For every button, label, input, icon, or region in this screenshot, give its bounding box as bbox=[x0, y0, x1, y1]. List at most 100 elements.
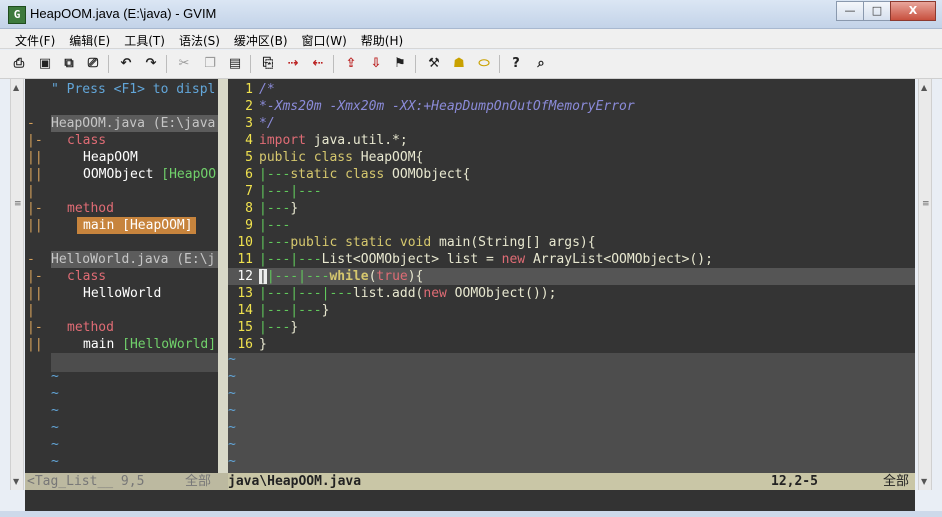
scroll-down-arrow-icon[interactable]: ▼ bbox=[921, 477, 927, 486]
run-script-icon[interactable]: ⚑ bbox=[391, 55, 409, 73]
code-line-1[interactable]: /* bbox=[259, 81, 275, 98]
taglist-file-header[interactable]: HeapOOM.java (E:\java bbox=[51, 115, 218, 132]
status-cursor-position: 12,2-5 bbox=[771, 474, 818, 489]
menu-syntax[interactable]: 语法(S) bbox=[172, 29, 227, 48]
fold-marker: |- bbox=[27, 320, 43, 335]
taglist-tag[interactable]: OOMObject [HeapOO bbox=[83, 166, 216, 183]
fold-marker: || bbox=[27, 150, 43, 165]
taglist-kind-class: class bbox=[67, 269, 107, 284]
menu-tools[interactable]: 工具(T) bbox=[117, 29, 172, 48]
toolbar: ⎙ ▣ ⧉ ⎚ ↶ ↷ ✂ ❐ ▤ ⎘ ⇢ ⇠ ⇪ ⇩ ⚑ ⚒ ☗ ⬭ ? ⌕ bbox=[0, 50, 942, 79]
code-line-2[interactable]: *-Xms20m -Xmx20m -XX:+HeapDumpOnOutOfMem… bbox=[259, 98, 635, 115]
code-line-14[interactable]: |---|---} bbox=[259, 302, 329, 319]
fold-marker: || bbox=[27, 337, 43, 352]
fold-marker: - bbox=[27, 116, 35, 131]
taglist-status[interactable]: <Tag_List__ 9,5 全部 bbox=[25, 473, 228, 490]
taglist-kind-method: method bbox=[67, 201, 114, 216]
make-icon[interactable]: ⚒ bbox=[425, 55, 443, 73]
line-number: 7 bbox=[245, 184, 253, 199]
code-line-10[interactable]: |---public static void main(String[] arg… bbox=[259, 234, 596, 251]
code-line-8[interactable]: |---} bbox=[259, 200, 298, 217]
scroll-down-arrow-icon[interactable]: ▼ bbox=[13, 477, 19, 486]
command-line[interactable] bbox=[25, 490, 915, 511]
print-icon[interactable]: ⎚ bbox=[84, 55, 102, 73]
taglist-tag[interactable]: HeapOOM bbox=[83, 149, 138, 166]
line-number: 4 bbox=[245, 133, 253, 148]
menu-edit[interactable]: 编辑(E) bbox=[62, 29, 117, 48]
empty-line-tilde: ~ bbox=[228, 454, 236, 469]
line-number: 5 bbox=[245, 150, 253, 165]
menu-help[interactable]: 帮助(H) bbox=[354, 29, 410, 48]
code-line-4[interactable]: import java.util.*; bbox=[259, 132, 408, 149]
toolbar-separator bbox=[415, 55, 416, 73]
line-number: 8 bbox=[245, 201, 253, 216]
taglist-kind-class: class bbox=[67, 133, 107, 148]
window-vertical-separator[interactable] bbox=[218, 79, 228, 473]
code-line-13[interactable]: |---|---|---list.add(new OOMObject()); bbox=[259, 285, 556, 302]
scroll-up-arrow-icon[interactable]: ▲ bbox=[13, 83, 19, 92]
tag-jump-icon[interactable]: ⬭ bbox=[475, 55, 493, 73]
code-line-3[interactable]: */ bbox=[259, 115, 275, 132]
scroll-grip-icon[interactable]: ≡ bbox=[922, 199, 930, 209]
empty-line-tilde: ~ bbox=[51, 437, 59, 452]
code-line-15[interactable]: |---} bbox=[259, 319, 298, 336]
status-scroll-all: 全部 bbox=[883, 474, 910, 489]
taglist-help-line: " Press <F1> to displ bbox=[51, 82, 216, 97]
toolbar-separator bbox=[108, 55, 109, 73]
scroll-grip-icon[interactable]: ≡ bbox=[14, 199, 22, 209]
undo-icon[interactable]: ↶ bbox=[117, 55, 135, 73]
line-number: 10 bbox=[237, 235, 253, 250]
fold-marker: || bbox=[27, 167, 43, 182]
save-icon[interactable]: ▣ bbox=[36, 55, 54, 73]
cut-icon[interactable]: ✂ bbox=[175, 55, 193, 73]
right-scrollbar[interactable]: ▲ ≡ ▼ bbox=[918, 79, 932, 490]
paste-icon[interactable]: ▤ bbox=[226, 55, 244, 73]
open-file-icon[interactable]: ⎙ bbox=[10, 55, 28, 73]
taglist-selected-tag[interactable]: main [HeapOOM] bbox=[77, 217, 196, 234]
gvim-app-icon[interactable]: G bbox=[8, 6, 26, 24]
find-help-icon[interactable]: ⌕ bbox=[532, 55, 550, 73]
load-session-icon[interactable]: ⇪ bbox=[342, 55, 360, 73]
taglist-file-header[interactable]: HelloWorld.java (E:\j bbox=[51, 251, 218, 268]
fold-marker: |- bbox=[27, 133, 43, 148]
fold-marker: || bbox=[27, 218, 43, 233]
menu-window[interactable]: 窗口(W) bbox=[295, 29, 354, 48]
copy-icon[interactable]: ❐ bbox=[201, 55, 219, 73]
menu-buffers[interactable]: 缓冲区(B) bbox=[227, 29, 295, 48]
save-session-icon[interactable]: ⇩ bbox=[367, 55, 385, 73]
window-frame-bottom bbox=[0, 511, 942, 517]
minimize-button[interactable]: — bbox=[836, 1, 864, 21]
code-line-5[interactable]: public class HeapOOM{ bbox=[259, 149, 423, 166]
code-line-11[interactable]: |---|---List<OOMObject> list = new Array… bbox=[259, 251, 713, 268]
title-bar: G HeapOOM.java (E:\java) - GVIM — □ X bbox=[0, 0, 942, 29]
empty-line-tilde: ~ bbox=[51, 454, 59, 469]
fold-marker: - bbox=[27, 252, 35, 267]
empty-line-tilde: ~ bbox=[228, 369, 236, 384]
code-line-16[interactable]: } bbox=[259, 336, 267, 353]
shell-icon[interactable]: ☗ bbox=[450, 55, 468, 73]
left-scrollbar[interactable]: ▲ ≡ ▼ bbox=[10, 79, 24, 490]
line-number: 3 bbox=[245, 116, 253, 131]
redo-icon[interactable]: ↷ bbox=[142, 55, 160, 73]
taglist-tag[interactable]: HelloWorld bbox=[83, 285, 161, 302]
vim-editor[interactable]: " Press <F1> to displ HeapOOM.java (E:\j… bbox=[25, 79, 915, 490]
line-number: 16 bbox=[237, 337, 253, 352]
code-line-12-current[interactable]: ||---|---while(true){ bbox=[259, 268, 423, 285]
line-number: 13 bbox=[237, 286, 253, 301]
help-icon[interactable]: ? bbox=[507, 55, 525, 73]
code-line-6[interactable]: |---static class OOMObject{ bbox=[259, 166, 470, 183]
menu-bar: 文件(F) 编辑(E) 工具(T) 语法(S) 缓冲区(B) 窗口(W) 帮助(… bbox=[0, 29, 942, 49]
find-replace-icon[interactable]: ⎘ bbox=[259, 55, 277, 73]
find-next-icon[interactable]: ⇢ bbox=[284, 55, 302, 73]
maximize-button[interactable]: □ bbox=[863, 1, 891, 21]
fold-marker: | bbox=[27, 303, 35, 318]
code-line-7[interactable]: |---|--- bbox=[259, 183, 322, 200]
close-button[interactable]: X bbox=[890, 1, 936, 21]
save-all-icon[interactable]: ⧉ bbox=[60, 55, 78, 73]
code-line-9[interactable]: |--- bbox=[259, 217, 290, 234]
fold-marker: | bbox=[27, 184, 35, 199]
scroll-up-arrow-icon[interactable]: ▲ bbox=[921, 83, 927, 92]
find-previous-icon[interactable]: ⇠ bbox=[309, 55, 327, 73]
taglist-tag[interactable]: main [HelloWorld] bbox=[83, 336, 216, 353]
menu-file[interactable]: 文件(F) bbox=[8, 29, 62, 48]
